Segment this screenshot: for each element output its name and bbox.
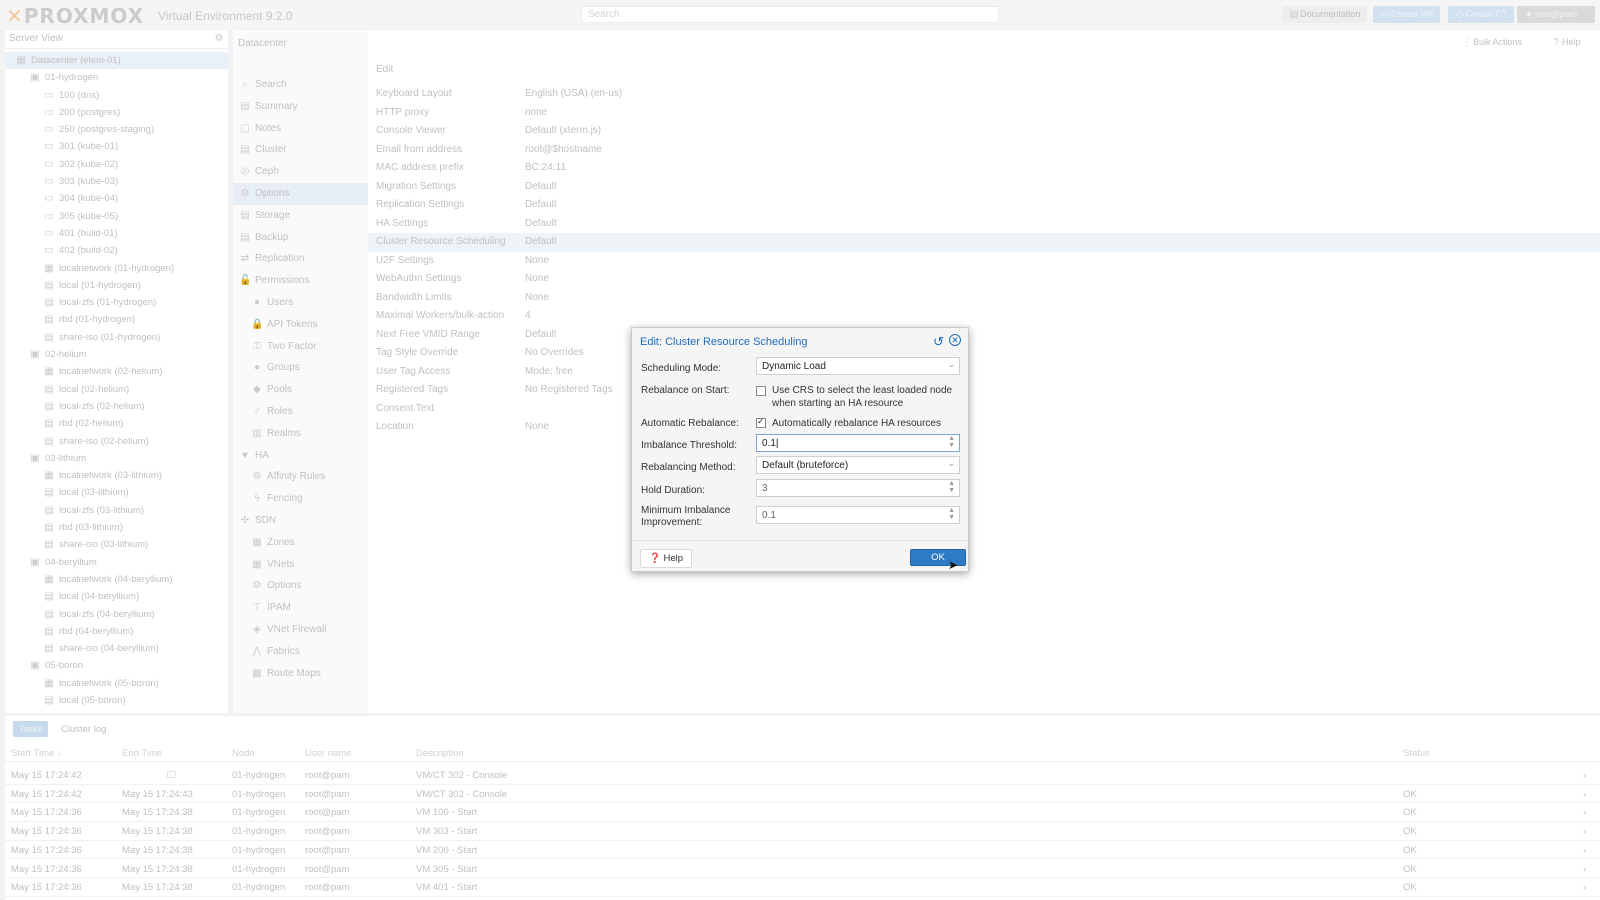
min-improvement-value: 0.1 [762, 510, 776, 521]
automatic-rebalance-text: Automatically rebalance HA resources [772, 418, 941, 429]
imbalance-threshold-value: 0.1 [762, 438, 776, 449]
help-button[interactable]: ❓ Help [640, 549, 693, 568]
chevron-down-icon: ⌄ [947, 458, 955, 468]
min-improvement-label: Minimum Imbalance Improvement: [641, 505, 731, 528]
dialog-title: Edit: Cluster Resource Scheduling [640, 336, 808, 348]
hold-duration-input[interactable]: 3 ▲ ▼ [756, 479, 960, 497]
edit-crs-dialog: Edit: Cluster Resource Scheduling ↺ ✕ Sc… [631, 327, 969, 572]
automatic-rebalance-checkbox[interactable] [756, 416, 766, 428]
rebalance-on-start-text: Use CRS to select the least loaded node … [772, 385, 953, 409]
min-improvement-input[interactable]: 0.1 ▲ ▼ [756, 506, 960, 524]
rebalancing-method-label: Rebalancing Method: [641, 462, 736, 473]
spinner-icon[interactable]: ▲ ▼ [948, 435, 955, 449]
spinner-icon[interactable]: ▲ ▼ [948, 507, 955, 521]
close-icon[interactable]: ✕ [949, 334, 961, 346]
rebalancing-method-select[interactable]: Default (bruteforce) ⌄ [756, 456, 960, 474]
reset-icon[interactable]: ↺ [933, 334, 944, 350]
automatic-rebalance-label: Automatic Rebalance: [641, 418, 739, 429]
text-caret: | [775, 438, 779, 449]
rebalancing-method-value: Default (bruteforce) [762, 460, 849, 471]
spinner-icon[interactable]: ▲ ▼ [948, 480, 955, 494]
hold-duration-label: Hold Duration: [641, 485, 705, 496]
rebalance-on-start-label: Rebalance on Start: [641, 385, 730, 396]
scheduling-mode-label: Scheduling Mode: [641, 363, 722, 374]
chevron-down-icon: ⌄ [947, 359, 955, 369]
scheduling-mode-value: Dynamic Load [762, 361, 826, 372]
help-button-label: Help [663, 553, 684, 564]
imbalance-threshold-input[interactable]: 0.1| ▲ ▼ [756, 434, 960, 452]
scheduling-mode-select[interactable]: Dynamic Load ⌄ [756, 357, 960, 375]
imbalance-threshold-label: Imbalance Threshold: [641, 440, 737, 451]
mouse-cursor-icon: ➤ [948, 558, 959, 572]
question-circle-icon: ❓ [649, 553, 661, 564]
hold-duration-value: 3 [762, 483, 768, 494]
rebalance-on-start-checkbox[interactable] [756, 386, 766, 396]
